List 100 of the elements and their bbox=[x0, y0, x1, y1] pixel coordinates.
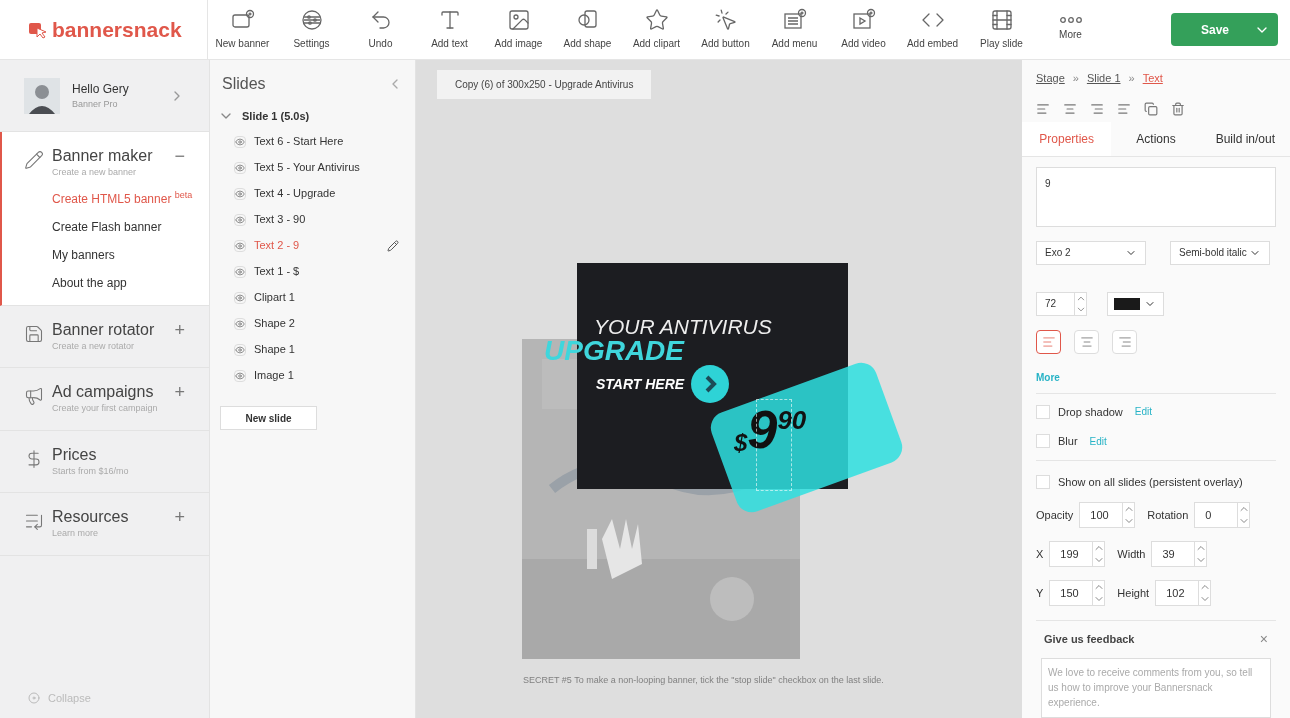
breadcrumb-link[interactable]: Text bbox=[1142, 70, 1163, 87]
field-label: Opacity bbox=[1036, 507, 1074, 523]
eye-icon[interactable] bbox=[234, 239, 246, 252]
toolbar-button[interactable]: More bbox=[1036, 0, 1105, 59]
eye-icon[interactable] bbox=[234, 317, 246, 330]
panel-tab[interactable]: Build in/out bbox=[1200, 121, 1290, 156]
alignment-icon bbox=[1041, 334, 1056, 349]
breadcrumb-link[interactable]: Slide 1 bbox=[1086, 70, 1121, 87]
toolbar-button[interactable]: Add shape bbox=[553, 0, 622, 59]
cta-text: START HERE bbox=[596, 375, 685, 394]
eye-icon[interactable] bbox=[234, 291, 246, 304]
font-select[interactable]: Exo 2 bbox=[1036, 240, 1146, 265]
section-title[interactable]: Resources bbox=[52, 507, 167, 527]
layer-item[interactable]: Clipart 1 bbox=[254, 289, 399, 306]
field-label: Width bbox=[1117, 546, 1146, 562]
toggle-sign[interactable]: + bbox=[174, 319, 185, 353]
align-button[interactable] bbox=[1036, 329, 1061, 354]
sliders-circle-icon bbox=[299, 8, 324, 32]
panel-tab[interactable]: Actions bbox=[1111, 121, 1201, 156]
new-slide-button[interactable]: New slide bbox=[220, 406, 317, 430]
checkbox-label: Show on all slides (persistent overlay) bbox=[1058, 474, 1243, 490]
menu-link[interactable]: Create Flash banner bbox=[52, 215, 162, 235]
panel-tab[interactable]: Properties bbox=[1022, 121, 1112, 156]
toggle-sign[interactable]: + bbox=[174, 382, 185, 416]
toggle-sign[interactable]: − bbox=[174, 146, 185, 180]
number-field[interactable]: 102 bbox=[1155, 580, 1212, 606]
toolbar-button[interactable]: New banner bbox=[208, 0, 277, 59]
close-icon[interactable]: × bbox=[1259, 629, 1268, 650]
price-text: 9 bbox=[747, 398, 778, 461]
video-plus-icon bbox=[851, 8, 876, 32]
slide-label[interactable]: Slide 1 (5.0s) bbox=[242, 108, 310, 125]
section-title[interactable]: Banner rotator bbox=[52, 319, 167, 340]
toggle-sign[interactable]: + bbox=[174, 507, 185, 541]
number-field[interactable]: 100 bbox=[1079, 502, 1136, 528]
number-field[interactable]: 39 bbox=[1151, 541, 1208, 567]
toolbar-button[interactable]: Add menu bbox=[760, 0, 829, 59]
menu-plus-icon bbox=[782, 8, 807, 32]
eye-icon[interactable] bbox=[234, 369, 246, 382]
eye-icon[interactable] bbox=[234, 265, 246, 278]
menu-link[interactable]: My banners bbox=[52, 243, 115, 263]
spinner-arrows-icon[interactable] bbox=[1198, 581, 1211, 605]
number-field[interactable]: 150 bbox=[1049, 580, 1106, 606]
toolbar-button[interactable]: Add clipart bbox=[622, 0, 691, 59]
spinner-arrows-icon[interactable] bbox=[1237, 503, 1250, 527]
toolbar-button[interactable]: Play slide bbox=[967, 0, 1036, 59]
alignment-icon bbox=[1117, 334, 1132, 349]
section-subtitle: Create your first campaign bbox=[52, 402, 159, 415]
font-style-select[interactable]: Semi-bold italic bbox=[1170, 240, 1270, 265]
feedback-title: Give us feedback bbox=[1044, 632, 1135, 648]
checkbox[interactable] bbox=[1036, 404, 1050, 419]
pencil-icon[interactable] bbox=[387, 239, 399, 252]
banner-headline: YOUR ANTIVIRUS bbox=[594, 314, 772, 340]
spinner-arrows-icon[interactable] bbox=[1092, 542, 1105, 566]
trash-icon[interactable] bbox=[1171, 101, 1185, 116]
toolbar-button[interactable]: Add text bbox=[415, 0, 484, 59]
layer-item[interactable]: Text 5 - Your Antivirus bbox=[254, 159, 399, 176]
layer-item[interactable]: Text 6 - Start Here bbox=[254, 133, 399, 150]
feedback-field[interactable]: We love to receive comments from you, so tell us how to improve your Bannersnack experience. bbox=[1041, 658, 1271, 718]
layer-item[interactable]: Text 1 - $ bbox=[254, 263, 399, 280]
eye-icon[interactable] bbox=[234, 187, 246, 200]
layer-item[interactable]: Shape 2 bbox=[254, 315, 399, 332]
duplicate-icon[interactable] bbox=[1144, 101, 1158, 116]
eye-icon[interactable] bbox=[234, 213, 246, 226]
toolbar-button[interactable]: Settings bbox=[277, 0, 346, 59]
number-field[interactable]: 199 bbox=[1049, 541, 1106, 567]
document-title-tab[interactable]: Copy (6) of 300x250 - Upgrade Antivirus bbox=[437, 70, 652, 99]
layer-item[interactable]: Shape 1 bbox=[254, 341, 399, 358]
font-size-field[interactable]: 72 bbox=[1036, 291, 1087, 316]
number-field[interactable]: 0 bbox=[1194, 502, 1251, 528]
menu-link[interactable]: About the app bbox=[52, 271, 127, 291]
spinner-arrows-icon[interactable] bbox=[1092, 581, 1105, 605]
text-input-field[interactable]: 9 bbox=[1036, 166, 1276, 227]
layer-item[interactable]: Text 2 - 9 bbox=[254, 237, 379, 254]
toolbar-button[interactable]: Undo bbox=[346, 0, 415, 59]
menu-link[interactable]: Create HTML5 banner $^{beta}$ bbox=[52, 187, 193, 207]
toolbar-button[interactable]: Add embed bbox=[898, 0, 967, 59]
align-tool-icon[interactable] bbox=[1036, 101, 1050, 116]
toolbar-button[interactable]: Add image bbox=[484, 0, 553, 59]
eye-icon[interactable] bbox=[234, 161, 246, 174]
checkbox[interactable] bbox=[1036, 474, 1050, 489]
spinner-arrows-icon[interactable] bbox=[1122, 503, 1135, 527]
toolbar-button[interactable]: Add video bbox=[829, 0, 898, 59]
layer-item[interactable]: Text 4 - Upgrade bbox=[254, 185, 399, 202]
breadcrumb-link[interactable]: Stage bbox=[1036, 70, 1065, 87]
layer-item[interactable]: Text 3 - 90 bbox=[254, 211, 399, 228]
color-picker[interactable] bbox=[1107, 291, 1164, 316]
eye-icon[interactable] bbox=[234, 135, 246, 148]
section-title[interactable]: Ad campaigns bbox=[52, 382, 167, 402]
spinner-arrows-icon[interactable] bbox=[1194, 542, 1207, 566]
section-title[interactable]: Prices bbox=[52, 444, 185, 465]
checkbox[interactable] bbox=[1036, 434, 1050, 449]
layer-item[interactable]: Image 1 bbox=[254, 367, 399, 384]
align-tool-icon[interactable] bbox=[1063, 101, 1077, 116]
section-title[interactable]: Banner maker bbox=[52, 146, 167, 166]
align-tool-icon[interactable] bbox=[1090, 101, 1104, 116]
eye-icon[interactable] bbox=[234, 343, 246, 356]
spinner-arrows-icon[interactable] bbox=[1074, 292, 1086, 315]
align-tool-icon[interactable] bbox=[1117, 101, 1131, 116]
toolbar-button[interactable]: Add button bbox=[691, 0, 760, 59]
megaphone-icon bbox=[24, 386, 44, 406]
